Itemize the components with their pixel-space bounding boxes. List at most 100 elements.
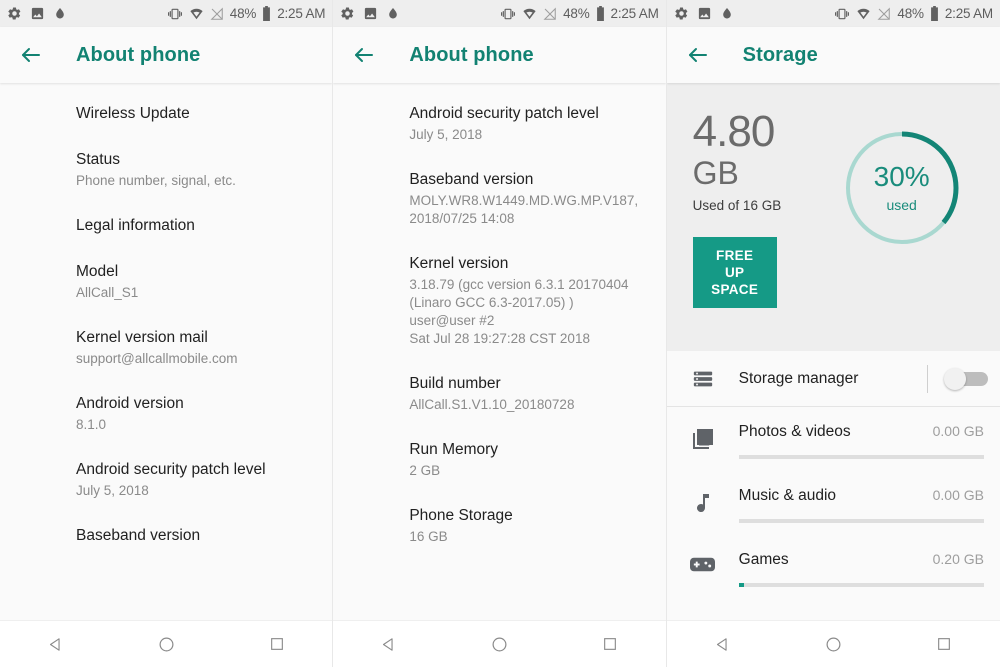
about-phone-list-2: Android security patch level July 5, 201… xyxy=(333,83,665,559)
category-name: Photos & videos xyxy=(738,423,851,440)
status-bar-right-icons: 48% 2:25 AM xyxy=(500,6,659,21)
screen-1-content[interactable]: Wireless Update Status Phone number, sig… xyxy=(0,83,333,620)
nav-back-button[interactable] xyxy=(365,621,413,667)
nav-home-button[interactable] xyxy=(809,621,857,667)
list-item[interactable]: Photos & videos 0.00 GB xyxy=(666,407,1000,471)
list-item[interactable]: Baseband version xyxy=(0,513,332,559)
nav-recents-button[interactable] xyxy=(253,621,301,667)
pref-subtitle: Phone number, signal, etc. xyxy=(76,173,236,188)
wifi-icon xyxy=(857,8,871,19)
droplet-icon xyxy=(722,7,731,19)
back-button[interactable] xyxy=(683,40,713,70)
category-progress-fill xyxy=(738,583,744,587)
battery-icon xyxy=(930,6,938,21)
home-circle-icon xyxy=(159,637,174,651)
gear-icon xyxy=(341,7,354,20)
list-item[interactable]: Wireless Update xyxy=(0,91,332,137)
pref-subtitle: 8.1.0 xyxy=(76,417,107,432)
list-item[interactable]: Phone Storage 16 GB xyxy=(333,493,665,559)
category-name: Games xyxy=(738,551,789,568)
image-icon xyxy=(31,7,44,20)
category-progress-track xyxy=(738,583,984,587)
navigation-bar xyxy=(0,620,333,667)
divider xyxy=(926,364,928,393)
battery-percent-label: 48% xyxy=(563,6,590,21)
list-item[interactable]: Run Memory 2 GB xyxy=(333,427,665,493)
toggle-knob xyxy=(943,367,966,390)
status-bar: 48% 2:25 AM xyxy=(0,0,333,27)
droplet-icon xyxy=(389,7,398,19)
pref-title: Android security patch level xyxy=(76,461,266,478)
pref-subtitle: 2 GB xyxy=(409,463,441,478)
screens-container: 48% 2:25 AM About phone Wireless Update … xyxy=(0,0,1000,667)
category-line: Photos & videos 0.00 GB xyxy=(739,423,984,441)
games-controller-icon xyxy=(690,557,716,572)
list-item[interactable]: Kernel version 3.18.79 (gcc version 6.3.… xyxy=(333,241,665,361)
wifi-icon xyxy=(190,8,203,19)
list-item[interactable]: Android security patch level July 5, 201… xyxy=(0,447,332,513)
status-bar: 48% 2:25 AM xyxy=(333,0,666,27)
nav-home-button[interactable] xyxy=(142,621,190,667)
storage-manager-row[interactable]: Storage manager xyxy=(666,351,1000,407)
screen-2-content[interactable]: Android security patch level July 5, 201… xyxy=(333,83,666,620)
category-body: Music & audio 0.00 GB xyxy=(738,471,984,523)
app-bar-1: About phone xyxy=(0,27,333,83)
battery-percent-label: 48% xyxy=(229,6,257,21)
nav-recents-button[interactable] xyxy=(920,621,968,667)
arrow-back-icon xyxy=(22,48,40,62)
list-item[interactable]: Music & audio 0.00 GB xyxy=(666,471,1000,535)
pref-subtitle: July 5, 2018 xyxy=(409,127,483,142)
pref-title: Status xyxy=(76,151,120,168)
battery-percent-label: 48% xyxy=(897,6,924,21)
arrow-back-icon xyxy=(355,48,374,62)
list-item[interactable]: Games 0.20 GB xyxy=(666,535,1000,599)
list-item[interactable]: Baseband version MOLY.WR8.W1449.MD.WG.MP… xyxy=(333,157,665,241)
category-line: Music & audio 0.00 GB xyxy=(739,487,984,505)
list-item[interactable]: Build number AllCall.S1.V1.10_20180728 xyxy=(333,361,665,427)
nav-home-button[interactable] xyxy=(475,621,523,667)
page-title: Storage xyxy=(742,43,818,66)
storage-used-amount: 4.80 xyxy=(692,107,776,156)
category-line: Games 0.20 GB xyxy=(739,551,984,569)
pref-title: Phone Storage xyxy=(409,507,513,524)
storage-manager-toggle[interactable] xyxy=(943,367,988,390)
pref-subtitle: 3.18.79 (gcc version 6.3.1 20170404 (Lin… xyxy=(409,277,629,346)
storage-content[interactable]: 4.80 GB Used of 16 GB FREE UP SPACE 30% … xyxy=(666,83,1000,620)
back-triangle-icon xyxy=(716,637,727,651)
pref-title: Baseband version xyxy=(409,171,534,188)
list-item[interactable]: Legal information xyxy=(0,203,332,249)
gear-icon xyxy=(674,7,688,20)
status-bar: 48% 2:25 AM xyxy=(666,0,1000,27)
status-bar-left-icons xyxy=(340,6,400,21)
back-button[interactable] xyxy=(349,40,379,70)
pref-subtitle: AllCall_S1 xyxy=(76,285,139,300)
gear-icon xyxy=(8,7,21,20)
storage-manager-label: Storage manager xyxy=(738,369,859,387)
list-item[interactable]: Status Phone number, signal, etc. xyxy=(0,137,332,203)
nav-recents-button[interactable] xyxy=(586,621,634,667)
page-title: About phone xyxy=(409,43,534,66)
battery-icon xyxy=(263,6,271,21)
back-button[interactable] xyxy=(16,40,46,70)
status-bar-left-icons xyxy=(674,6,734,21)
list-item[interactable]: Android security patch level July 5, 201… xyxy=(333,91,665,157)
pref-title: Android version xyxy=(76,395,184,412)
app-bar-3: Storage xyxy=(666,27,1000,83)
category-body: Games 0.20 GB xyxy=(738,535,984,587)
gauge-percent-label: 30% xyxy=(873,161,930,192)
nav-back-button[interactable] xyxy=(31,621,79,667)
category-size: 0.00 GB xyxy=(932,423,984,439)
list-item[interactable]: Model AllCall_S1 xyxy=(0,249,332,315)
status-bar-right-icons: 48% 2:25 AM xyxy=(167,6,326,21)
storage-summary-card: 4.80 GB Used of 16 GB FREE UP SPACE 30% … xyxy=(666,83,1000,351)
screen-about-phone-2: 48% 2:25 AM About phone Android security… xyxy=(333,0,667,667)
pref-title: Baseband version xyxy=(76,527,201,544)
free-up-space-button[interactable]: FREE UP SPACE xyxy=(692,237,777,308)
nav-back-button[interactable] xyxy=(698,621,746,667)
list-item[interactable]: Kernel version mail support@allcallmobil… xyxy=(0,315,332,381)
signal-off-icon xyxy=(543,6,556,20)
photos-icon xyxy=(692,429,713,449)
home-circle-icon xyxy=(826,637,841,651)
list-item[interactable]: Android version 8.1.0 xyxy=(0,381,332,447)
category-progress-track xyxy=(738,455,984,459)
